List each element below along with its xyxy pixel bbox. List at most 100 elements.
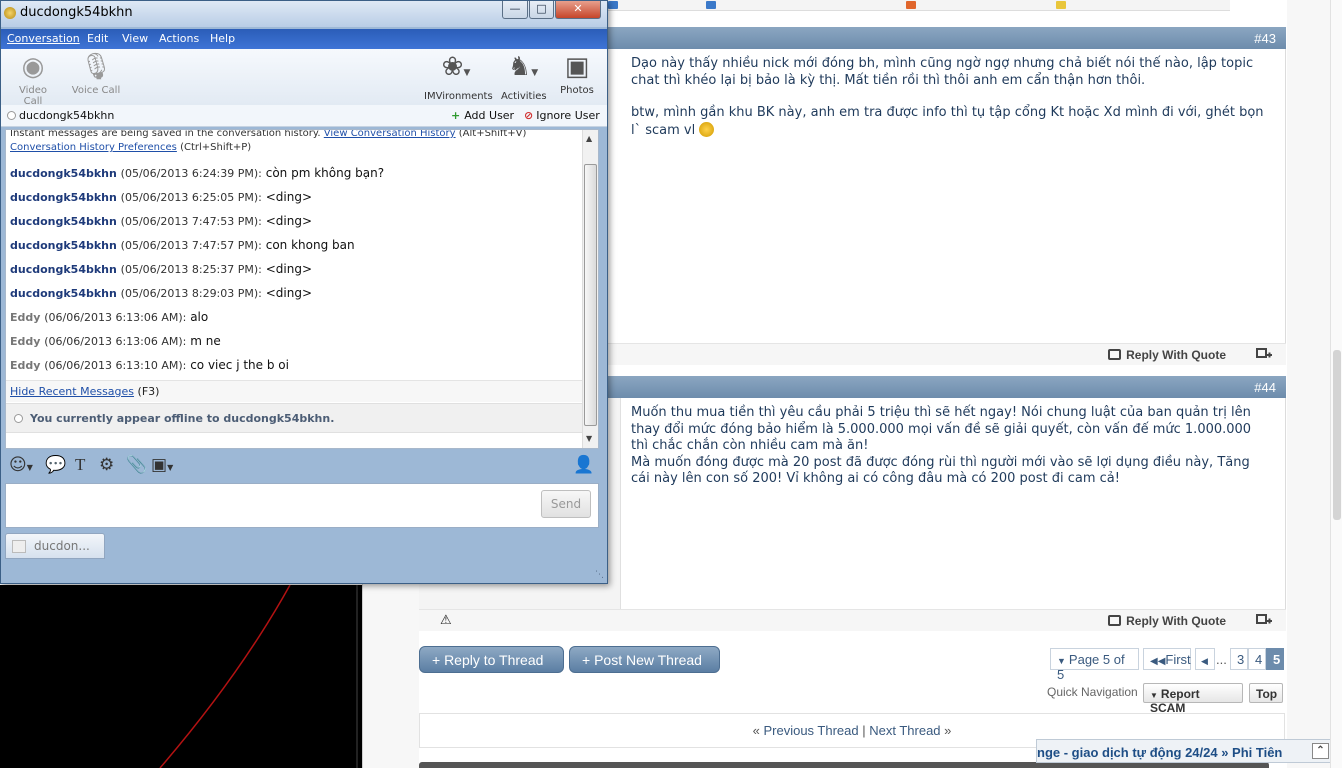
message-sender: ducdongk54bkhn — [10, 191, 117, 204]
post-number[interactable]: #44 — [1254, 380, 1276, 395]
emoticon-icon[interactable]: ☺▼ — [9, 455, 33, 475]
messenger-app-icon — [4, 7, 16, 19]
ignore-user-button[interactable]: ⊘ Ignore User — [524, 109, 600, 122]
double-left-arrow-icon: ◀◀ — [1150, 656, 1166, 667]
conversation-history[interactable]: Instant messages are being saved in the … — [5, 129, 599, 449]
scrollbar-thumb[interactable] — [1333, 350, 1341, 520]
chat-message: ducdongk54bkhn (05/06/2013 8:29:03 PM): … — [10, 286, 312, 300]
message-sender: ducdongk54bkhn — [10, 167, 117, 180]
bookmark-icon[interactable] — [1056, 1, 1066, 9]
send-button[interactable]: Send — [541, 490, 591, 518]
collapse-up-icon[interactable]: ⌃ — [1312, 743, 1329, 759]
offline-status-icon — [14, 414, 23, 423]
menu-edit[interactable]: Edit — [87, 32, 108, 45]
view-history-link[interactable]: View Conversation History — [324, 130, 456, 139]
history-preferences-link[interactable]: Conversation History Preferences — [10, 142, 177, 153]
close-button[interactable]: ✕ — [555, 1, 601, 19]
pager-prev-button[interactable]: ◀ — [1195, 648, 1215, 670]
left-arrow-icon: ◀ — [1201, 656, 1208, 666]
tab-label: ducdon... — [34, 539, 90, 553]
message-text: <ding> — [265, 286, 313, 300]
message-sender: ducdongk54bkhn — [10, 287, 117, 300]
page-scrollbar[interactable] — [1330, 0, 1342, 768]
chat-window: ducdongk54bkhn — □ ✕ Conversation Edit V… — [0, 0, 608, 584]
offline-notice: You currently appear offline to ducdongk… — [6, 403, 582, 433]
post-new-thread-button[interactable]: + Post New Thread — [569, 646, 720, 673]
pager-ellipsis: ... — [1216, 652, 1227, 667]
bookmarks-bar — [606, 0, 1230, 11]
message-time: (05/06/2013 8:29:03 PM): — [120, 287, 262, 300]
font-icon[interactable]: T — [75, 455, 85, 475]
scroll-up-arrow-icon[interactable]: ▲ — [586, 134, 592, 143]
conversation-scrollbar[interactable]: ▲ ▼ — [582, 130, 598, 448]
photos-button[interactable]: ▣ Photos — [557, 51, 597, 96]
message-sender: Eddy — [10, 311, 41, 324]
pager-page-3[interactable]: 3 — [1230, 648, 1248, 670]
message-input[interactable] — [5, 483, 599, 528]
menu-help[interactable]: Help — [210, 32, 235, 45]
contact-name[interactable]: ducdongk54bkhn — [19, 109, 114, 122]
contact-avatar-icon — [12, 540, 26, 553]
message-time: (05/06/2013 6:25:05 PM): — [120, 191, 262, 204]
bookmark-icon[interactable] — [706, 1, 716, 9]
settings-gear-icon[interactable]: ⚙ — [99, 455, 114, 475]
message-time: (05/06/2013 6:24:39 PM): — [120, 167, 262, 180]
report-scam-dropdown[interactable]: ▼ Report SCAM — [1143, 683, 1243, 715]
insert-image-icon[interactable]: ▣▼ — [151, 455, 173, 475]
menu-conversation[interactable]: Conversation — [7, 32, 80, 45]
chat-message: ducdongk54bkhn (05/06/2013 7:47:53 PM): … — [10, 214, 312, 228]
ticker-text[interactable]: nge - giao dịch tự động 24/24 » Phi Tiên — [1037, 745, 1282, 760]
add-user-button[interactable]: + Add User — [451, 109, 514, 122]
activities-button[interactable]: ♞▼ Activities — [501, 51, 547, 102]
minimize-button[interactable]: — — [502, 1, 528, 19]
menu-actions[interactable]: Actions — [159, 32, 199, 45]
voice-call-button[interactable]: 🎙 Voice Call — [71, 51, 121, 96]
scroll-down-arrow-icon[interactable]: ▼ — [586, 434, 592, 443]
desktop-background — [0, 585, 362, 768]
post-paragraph: Mà muốn đóng được mà 20 post đã được đón… — [631, 454, 1250, 487]
resize-grip-icon[interactable]: ⋱ — [595, 570, 604, 580]
page-selector[interactable]: ▼ Page 5 of 5 — [1050, 648, 1139, 682]
message-sender: ducdongk54bkhn — [10, 215, 117, 228]
previous-thread-link[interactable]: Previous Thread — [763, 723, 858, 738]
menu-view[interactable]: View — [122, 32, 148, 45]
video-call-button[interactable]: ◉ Video Call — [9, 51, 57, 107]
post-number[interactable]: #43 — [1254, 31, 1276, 46]
bookmark-icon[interactable] — [906, 1, 916, 9]
chat-message: Eddy (06/06/2013 6:13:06 AM): m ne — [10, 334, 221, 348]
post-paragraph: btw, mình gần khu BK này, anh em tra đượ… — [631, 105, 1264, 138]
multi-quote-icon[interactable] — [1256, 348, 1272, 360]
contact-profile-icon[interactable]: 👤 — [573, 455, 594, 475]
audible-icon[interactable]: 💬 — [45, 455, 66, 475]
message-text: <ding> — [265, 214, 313, 228]
desktop-wallpaper-curve — [159, 585, 358, 768]
leaf-icon: ❀▼ — [441, 52, 471, 82]
maximize-button[interactable]: □ — [529, 1, 554, 19]
reply-to-thread-button[interactable]: + Reply to Thread — [419, 646, 564, 673]
pager-first-button[interactable]: ◀◀First — [1143, 648, 1191, 670]
pager-page-4[interactable]: 4 — [1248, 648, 1266, 670]
news-ticker[interactable]: nge - giao dịch tự động 24/24 » Phi Tiên… — [1036, 739, 1334, 763]
conversation-tab[interactable]: ducdon... — [5, 533, 105, 559]
multi-quote-icon[interactable] — [1256, 614, 1272, 626]
message-time: (06/06/2013 6:13:10 AM): — [44, 359, 187, 372]
chat-message: ducdongk54bkhn (05/06/2013 6:25:05 PM): … — [10, 190, 312, 204]
dropdown-arrow-icon: ▼ — [1150, 691, 1158, 700]
reply-with-quote-button[interactable]: Reply With Quote — [1108, 614, 1226, 628]
reply-with-quote-button[interactable]: Reply With Quote — [1108, 348, 1226, 362]
top-button[interactable]: Top — [1249, 683, 1283, 703]
report-post-warning-icon[interactable]: ⚠ — [440, 613, 452, 628]
scrollbar-thumb[interactable] — [584, 164, 597, 426]
message-text: còn pm không bạn? — [265, 166, 385, 180]
pager-page-5-current[interactable]: 5 — [1266, 648, 1284, 670]
window-titlebar[interactable]: ducdongk54bkhn — □ ✕ — [1, 1, 607, 27]
quote-icon — [1108, 615, 1122, 626]
bookmark-icon[interactable] — [608, 1, 618, 9]
hide-recent-messages-link[interactable]: Hide Recent Messages — [10, 385, 134, 398]
post-message: Dạo này thấy nhiều nick mới đóng bh, mìn… — [631, 56, 1271, 155]
imvironments-button[interactable]: ❀▼ IMVironments — [424, 51, 493, 102]
attachment-icon[interactable]: 📎 — [126, 455, 147, 475]
formatting-toolbar: ☺▼ 💬 T ⚙ 📎 ▣▼ 👤 — [5, 453, 599, 479]
message-text: <ding> — [265, 262, 313, 276]
next-thread-link[interactable]: Next Thread — [869, 723, 940, 738]
